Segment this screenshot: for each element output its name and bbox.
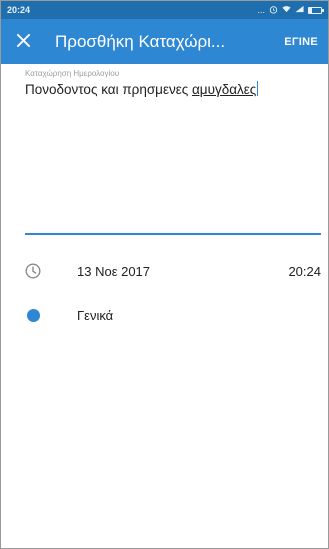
entry-text[interactable]: Πονοδοντος και πρησμενες αμυγδαλες [25,81,321,99]
date-value[interactable]: 13 Νοε 2017 [77,264,288,279]
text-caret [257,81,259,96]
page-title: Προσθήκη Καταχώρι... [55,31,226,51]
app-screen: 20:24 ... Προσθήκη Καταχώρι... ΕΓΙΝΕ Κατ… [0,0,329,549]
category-value[interactable]: Γενικά [77,308,321,323]
close-icon [16,30,30,53]
signal-icon [295,5,304,15]
alarm-icon [269,5,278,16]
entry-field[interactable]: Καταχώρηση Ημερολογίου Πονοδοντος και πρ… [25,69,321,99]
time-value[interactable]: 20:24 [288,264,321,279]
entry-text-main: Πονοδοντος και πρησμενες [25,82,192,97]
clock-icon [25,263,41,279]
status-time: 20:24 [7,5,31,15]
status-icons: ... [257,5,324,16]
category-row[interactable]: Γενικά [25,305,321,325]
date-row[interactable]: 13 Νοε 2017 20:24 [25,261,321,281]
entry-field-label: Καταχώρηση Ημερολογίου [25,69,120,78]
dots-icon: ... [257,5,265,15]
done-button[interactable]: ΕΓΙΝΕ [274,36,328,48]
status-bar: 20:24 ... [1,1,328,19]
entry-text-underlined: αμυγδαλες [192,82,257,97]
wifi-icon [282,5,291,15]
app-bar: Προσθήκη Καταχώρι... ΕΓΙΝΕ [1,19,328,64]
entry-field-underline [25,233,321,235]
battery-icon [308,6,324,14]
close-button[interactable] [1,19,45,64]
category-color-icon [25,307,41,323]
